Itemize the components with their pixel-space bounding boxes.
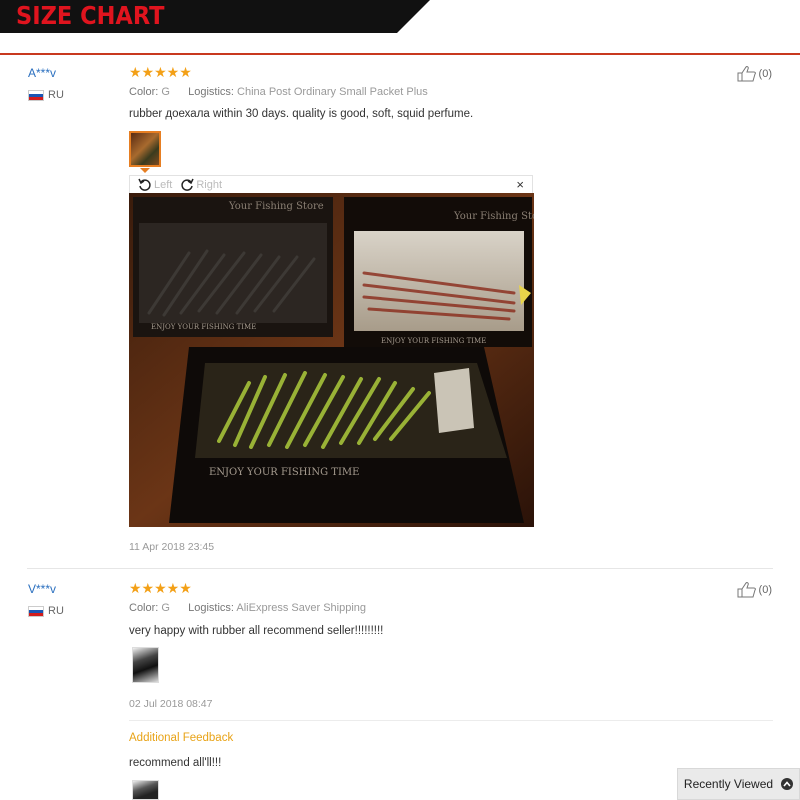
thumbs-up-icon	[737, 582, 756, 598]
color-label: Color:	[129, 86, 159, 98]
package-watermark: Your Fishing Store	[228, 201, 324, 212]
recently-viewed-label: Recently Viewed	[683, 777, 774, 791]
close-viewer-button[interactable]: ×	[516, 177, 524, 192]
rotate-right-icon	[181, 178, 195, 191]
review-photo-thumbnail[interactable]	[129, 131, 161, 167]
reviewer-name[interactable]: A***v	[28, 66, 56, 80]
helpful-count: (0)	[758, 584, 772, 596]
reviewer-country: RU	[28, 605, 64, 617]
recently-viewed-button[interactable]: Recently Viewed	[677, 768, 800, 800]
review-date: 02 Jul 2018 08:47	[129, 698, 213, 710]
thumbnail-pointer	[140, 168, 150, 173]
photo-viewer-toolbar: Left Right ×	[129, 175, 533, 193]
star-rating: ★★★★★	[129, 580, 192, 596]
chevron-up-icon	[781, 778, 794, 790]
review-divider	[27, 568, 773, 569]
lure-package-dark: Your Fishing Store ENJOY YOUR FISHING TI…	[133, 197, 333, 337]
package-watermark: ENJOY YOUR FISHING TIME	[381, 337, 486, 345]
lure-package-green: ENJOY YOUR FISHING TIME	[169, 347, 524, 523]
additional-feedback-text: recommend all'll!!!	[129, 757, 222, 769]
rotate-left-button[interactable]: Left	[138, 178, 172, 192]
package-watermark: ENJOY YOUR FISHING TIME	[151, 323, 256, 331]
lure-package-light: Your Fishing Sto ENJOY YOUR FISHING TIME	[344, 197, 534, 347]
helpful-button[interactable]: (0)	[737, 582, 772, 598]
helpful-button[interactable]: (0)	[737, 66, 772, 82]
banner-title: SIZE CHART	[16, 1, 165, 30]
additional-photo-thumbnail[interactable]	[132, 780, 159, 800]
section-divider	[0, 53, 800, 55]
country-code: RU	[48, 605, 64, 617]
logistics-value: AliExpress Saver Shipping	[236, 602, 367, 614]
rotate-right-label: Right	[196, 178, 223, 191]
order-details: Color: G Logistics: AliExpress Saver Shi…	[129, 602, 366, 614]
reviewer-country: RU	[28, 89, 64, 101]
review-text: very happy with rubber all recommend sel…	[129, 625, 384, 637]
rotate-left-icon	[138, 178, 151, 191]
russia-flag-icon	[28, 89, 44, 101]
logistics-label: Logistics:	[188, 602, 234, 614]
star-rating: ★★★★★	[129, 64, 192, 80]
review-text: rubber доехала within 30 days. quality i…	[129, 108, 474, 120]
color-label: Color:	[129, 602, 159, 614]
country-code: RU	[48, 89, 64, 101]
review-date: 11 Apr 2018 23:45	[129, 541, 215, 553]
rotate-left-label: Left	[154, 178, 173, 191]
rotate-right-button[interactable]: Right	[180, 178, 222, 192]
logistics-value: China Post Ordinary Small Packet Plus	[237, 86, 428, 98]
review-photo-thumbnail[interactable]	[132, 647, 159, 683]
russia-flag-icon	[28, 605, 44, 617]
reviewer-name[interactable]: V***v	[28, 582, 56, 596]
color-value: G	[161, 86, 170, 98]
package-watermark: ENJOY YOUR FISHING TIME	[209, 467, 359, 478]
thumbs-up-icon	[737, 66, 756, 82]
order-details: Color: G Logistics: China Post Ordinary …	[129, 86, 428, 98]
size-chart-banner: SIZE CHART	[0, 0, 430, 33]
package-watermark: Your Fishing Sto	[453, 211, 534, 222]
review-photo-large[interactable]: Your Fishing Store ENJOY YOUR FISHING TI…	[129, 193, 534, 527]
helpful-count: (0)	[758, 68, 772, 80]
color-value: G	[161, 602, 170, 614]
feedback-divider	[129, 720, 773, 721]
additional-feedback-label: Additional Feedback	[129, 732, 234, 744]
logistics-label: Logistics:	[188, 86, 234, 98]
